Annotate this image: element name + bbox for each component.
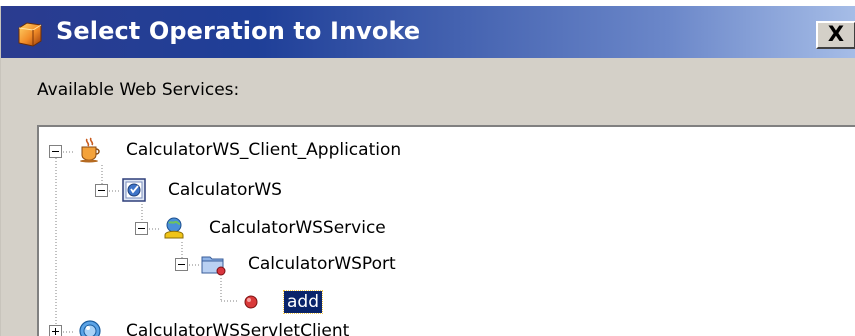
operation-icon xyxy=(244,295,258,309)
tree-node-label[interactable]: CalculatorWS xyxy=(168,179,282,201)
tree-node-label[interactable]: CalculatorWSServletClient xyxy=(126,320,349,336)
screen: Select Operation to Invoke X Available W… xyxy=(0,0,855,336)
select-operation-dialog: Select Operation to Invoke X Available W… xyxy=(0,6,855,336)
tree-node-label-selected[interactable]: add xyxy=(283,290,323,314)
tree-node-label[interactable]: CalculatorWSPort xyxy=(248,253,396,275)
available-web-services-label: Available Web Services: xyxy=(37,80,240,100)
tree-node-label[interactable]: CalculatorWS_Client_Application xyxy=(126,139,401,161)
port-folder-icon xyxy=(201,256,226,276)
collapse-toggle[interactable] xyxy=(175,258,188,271)
app-icon xyxy=(18,22,42,47)
title-bar[interactable]: Select Operation to Invoke X xyxy=(1,6,855,58)
service-globe-icon xyxy=(164,217,184,239)
expand-toggle[interactable] xyxy=(49,325,62,336)
dialog-title: Select Operation to Invoke xyxy=(56,17,421,45)
coffee-cup-icon xyxy=(80,137,100,163)
servlet-client-icon xyxy=(79,320,101,336)
collapse-toggle[interactable] xyxy=(135,222,148,235)
collapse-toggle[interactable] xyxy=(95,184,108,197)
web-service-icon xyxy=(122,178,146,202)
tree-node-label[interactable]: CalculatorWSService xyxy=(209,217,386,239)
web-services-tree[interactable]: CalculatorWS_Client_Application Calculat… xyxy=(37,125,855,336)
collapse-toggle[interactable] xyxy=(49,145,62,158)
close-button[interactable]: X xyxy=(816,21,855,49)
